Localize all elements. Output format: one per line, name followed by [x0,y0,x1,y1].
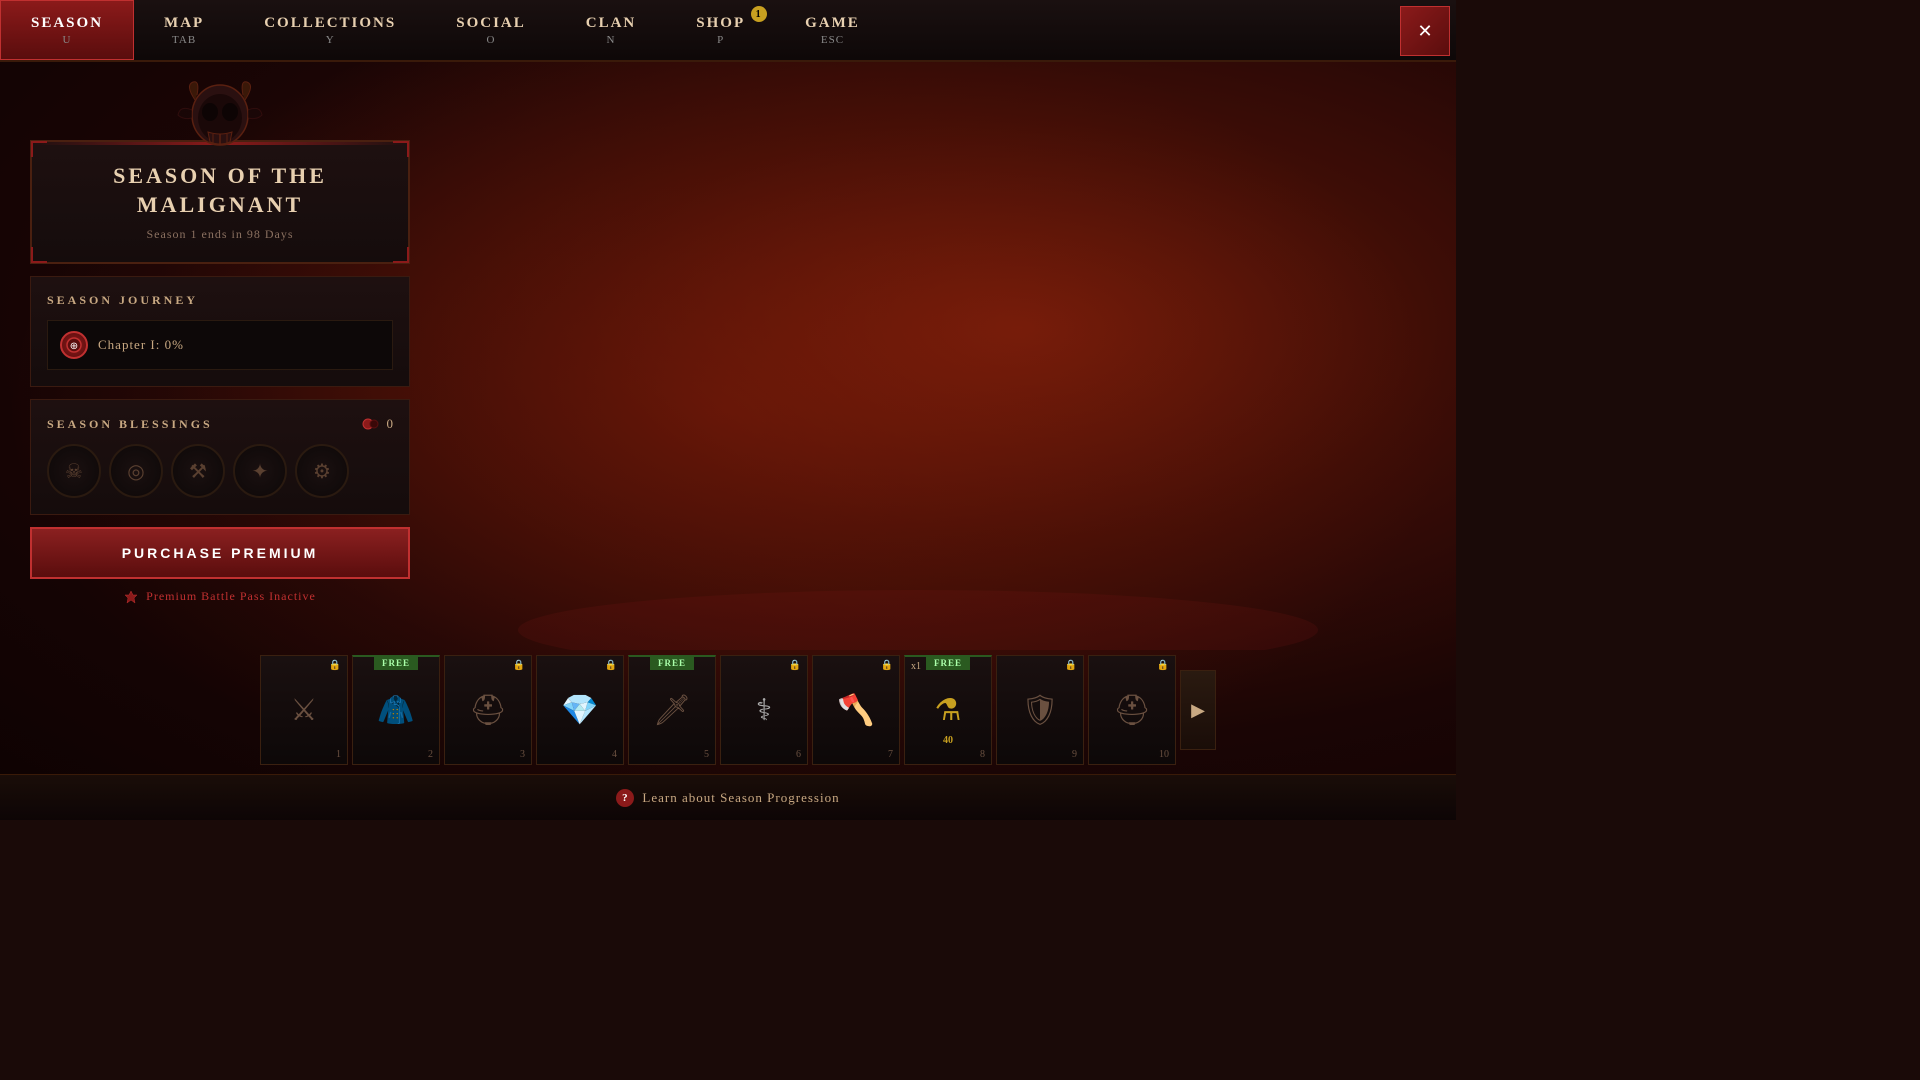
item-number-7: 7 [888,749,893,760]
close-button[interactable]: ✕ [1400,6,1450,56]
learn-progression-link[interactable]: ? Learn about Season Progression [616,789,839,807]
lock-icon-9: 🔒 [1065,660,1077,671]
top-navigation: SEASON U MAP TAB COLLECTIONS Y SOCIAL O … [0,0,1456,62]
x1-badge-8: x1 [911,661,921,672]
chevron-right-icon: ▶ [1191,700,1205,721]
premium-status: Premium Battle Pass Inactive [30,589,410,604]
item-visual-5: 🗡 [642,676,702,746]
journey-title: SEASON JOURNEY [47,293,393,308]
items-next-button[interactable]: ▶ [1180,670,1216,750]
item-slot-5[interactable]: FREE 🗡 5 [628,655,716,765]
item-slot-6[interactable]: 🔒 ⚕ 6 [720,655,808,765]
quantity-label: 40 [943,735,953,746]
free-badge-8: FREE [926,656,970,670]
blessings-count: 0 [361,416,394,432]
learn-text: Learn about Season Progression [642,790,839,806]
characters-area [380,60,1456,650]
blessing-slot-3[interactable]: ⚒ [171,444,225,498]
premium-status-text: Premium Battle Pass Inactive [146,589,316,604]
tab-game[interactable]: GAME ESC [775,0,890,60]
blessings-header: SEASON BLESSINGS 0 [47,416,393,432]
lock-icon: 🔒 [329,660,341,671]
item-number-2: 2 [428,749,433,760]
lock-icon-3: 🔒 [513,660,525,671]
lock-icon-6: 🔒 [789,660,801,671]
item-slot-4[interactable]: 🔒 💎 4 [536,655,624,765]
chapter-icon: ⊕ [60,331,88,359]
blessings-grid: ☠ ◎ ⚒ ✦ ⚙ [47,444,393,498]
item-slot-1[interactable]: 🔒 ⚔ 1 [260,655,348,765]
skull-blessing-icon: ☠ [65,459,83,484]
item-slot-2[interactable]: FREE 🧥 2 [352,655,440,765]
tab-season[interactable]: SEASON U [0,0,134,60]
item-number-3: 3 [520,749,525,760]
bottom-bar: ? Learn about Season Progression [0,774,1456,820]
season-subtitle: Season 1 ends in 98 Days [52,227,388,242]
season-blessings-card: SEASON BLESSINGS 0 ☠ ◎ ⚒ ✦ [30,399,410,515]
gear-blessing-icon: ⚙ [313,459,331,484]
chapter-text: Chapter I: 0% [98,337,184,353]
item-visual-6: ⚕ [734,675,794,745]
item-visual-2: 🧥 [366,676,426,746]
blessing-slot-2[interactable]: ◎ [109,444,163,498]
item-slot-3[interactable]: 🔒 ⛑ 3 [444,655,532,765]
question-icon: ? [616,789,634,807]
item-slot-9[interactable]: 🔒 🛡 9 [996,655,1084,765]
tab-shop[interactable]: 1 SHOP P [666,0,775,60]
season-title: SEASON OF THE MALIGNANT [52,162,388,219]
tab-clan[interactable]: CLAN N [556,0,667,60]
item-slot-7[interactable]: 🔒 🪓 7 [812,655,900,765]
lock-icon-4: 🔒 [605,660,617,671]
tab-map[interactable]: MAP TAB [134,0,234,60]
season-panel: SEASON OF THE MALIGNANT Season 1 ends in… [30,80,410,604]
item-number-1: 1 [336,749,341,760]
item-number-9: 9 [1072,749,1077,760]
lock-icon-10: 🔒 [1157,660,1169,671]
item-slot-8[interactable]: FREE x1 ⚗ 40 8 [904,655,992,765]
item-number-10: 10 [1159,749,1169,760]
tab-social[interactable]: SOCIAL O [426,0,556,60]
season-journey-card: SEASON JOURNEY ⊕ Chapter I: 0% [30,276,410,387]
item-slot-10[interactable]: 🔒 ⛑ 10 [1088,655,1176,765]
star-blessing-icon: ✦ [252,459,269,484]
lock-icon-7: 🔒 [881,660,893,671]
item-visual-7: 🪓 [826,675,886,745]
svg-text:⊕: ⊕ [70,341,78,352]
item-number-6: 6 [796,749,801,760]
purchase-premium-button[interactable]: PURCHASE PREMIUM [30,527,410,579]
tool-blessing-icon: ⚒ [189,459,207,484]
items-row: 🔒 ⚔ 1 FREE 🧥 2 🔒 ⛑ 3 🔒 💎 4 FREE 🗡 5 🔒 ⚕ … [260,650,1426,770]
blessings-title: SEASON BLESSINGS [47,417,213,432]
item-visual-4: 💎 [550,675,610,745]
chapter-item[interactable]: ⊕ Chapter I: 0% [47,320,393,370]
blessing-slot-1[interactable]: ☠ [47,444,101,498]
item-number-5: 5 [704,749,709,760]
tab-collections[interactable]: COLLECTIONS Y [234,0,426,60]
item-number-8: 8 [980,749,985,760]
blessing-slot-5[interactable]: ⚙ [295,444,349,498]
blessing-slot-4[interactable]: ✦ [233,444,287,498]
free-badge-5: FREE [650,656,694,670]
item-visual-1: ⚔ [274,675,334,745]
item-number-4: 4 [612,749,617,760]
skull-decoration [175,80,265,160]
item-visual-9: 🛡 [1010,675,1070,745]
item-visual-3: ⛑ [458,675,518,745]
spiral-blessing-icon: ◎ [127,459,144,484]
shop-badge: 1 [751,6,767,22]
item-visual-10: ⛑ [1102,675,1162,745]
free-badge-2: FREE [374,656,418,670]
